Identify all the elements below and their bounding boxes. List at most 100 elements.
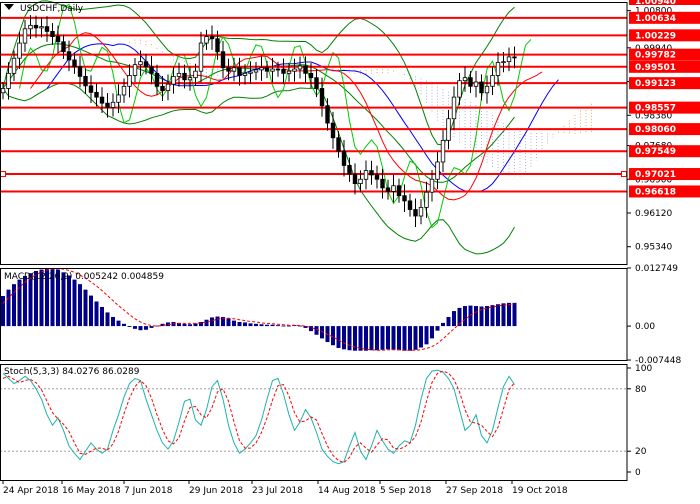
level-price-tag-label: 0.99123 bbox=[635, 79, 676, 89]
candle-body bbox=[358, 178, 363, 184]
candle-body bbox=[231, 67, 237, 72]
candle-body bbox=[363, 170, 369, 180]
macd-bar bbox=[144, 326, 148, 330]
macd-bar bbox=[72, 279, 77, 327]
macd-bar bbox=[485, 306, 489, 327]
candle-body bbox=[0, 88, 6, 94]
candle-body bbox=[330, 122, 336, 139]
macd-axis-label: 0.012749 bbox=[635, 264, 678, 274]
stoch-axis-label: 0 bbox=[635, 468, 641, 478]
candle-body bbox=[143, 61, 149, 68]
macd-bar bbox=[496, 304, 500, 327]
macd-axis-label: 0.00 bbox=[635, 322, 655, 332]
candle-body bbox=[490, 75, 495, 87]
candle-body bbox=[286, 70, 292, 74]
candle-body bbox=[198, 42, 204, 72]
candle-body bbox=[512, 56, 517, 59]
macd-bar bbox=[441, 322, 445, 327]
candle-body bbox=[468, 77, 473, 87]
macd-bar bbox=[248, 323, 253, 327]
macd-bar bbox=[507, 302, 511, 327]
candle-body bbox=[6, 72, 11, 89]
macd-bar bbox=[122, 323, 126, 327]
candle-body bbox=[55, 36, 61, 43]
macd-bar bbox=[419, 326, 423, 348]
candle-body bbox=[446, 118, 451, 141]
candle-body bbox=[352, 173, 358, 184]
candle-body bbox=[281, 69, 286, 74]
candle-body bbox=[506, 56, 512, 63]
candle-body bbox=[77, 66, 83, 77]
candle-body bbox=[314, 77, 319, 89]
macd-bar bbox=[501, 303, 506, 327]
macd-bar bbox=[424, 326, 429, 345]
macd-bar bbox=[232, 320, 236, 327]
candle-body bbox=[154, 72, 160, 87]
candle-body bbox=[94, 91, 99, 98]
candle-body bbox=[292, 68, 297, 72]
level-price-tag-label: 0.99782 bbox=[635, 51, 676, 61]
candle-body bbox=[17, 42, 22, 59]
time-axis-label: 7 Jun 2018 bbox=[124, 486, 173, 496]
macd-bar bbox=[380, 326, 385, 350]
price-panel-title: USDCHF,Daily bbox=[20, 4, 84, 14]
macd-bar bbox=[435, 326, 440, 331]
candle-body bbox=[479, 81, 484, 94]
macd-bar bbox=[67, 275, 71, 327]
candle-body bbox=[391, 185, 396, 192]
macd-bar bbox=[358, 326, 363, 351]
candle-body bbox=[380, 178, 385, 189]
candle-body bbox=[138, 61, 143, 66]
macd-bar bbox=[270, 324, 275, 327]
candle-body bbox=[22, 28, 28, 44]
macd-bar bbox=[397, 326, 401, 351]
macd-bar bbox=[336, 326, 341, 348]
candle-body bbox=[407, 200, 413, 210]
candle-body bbox=[369, 170, 374, 176]
macd-bar bbox=[215, 316, 220, 327]
macd-bar bbox=[391, 326, 396, 350]
macd-bar bbox=[386, 326, 390, 350]
macd-bar bbox=[6, 289, 11, 327]
macd-bar bbox=[23, 275, 27, 327]
candle-body bbox=[176, 72, 182, 77]
candle-body bbox=[50, 30, 55, 37]
macd-bar bbox=[287, 325, 291, 327]
macd-bar bbox=[408, 326, 412, 351]
candle-body bbox=[495, 62, 501, 76]
candle-body bbox=[429, 178, 435, 193]
time-axis-label: 27 Sep 2018 bbox=[446, 486, 503, 496]
macd-bar bbox=[276, 325, 280, 327]
time-axis-label: 14 Aug 2018 bbox=[318, 486, 376, 496]
macd-bar bbox=[369, 326, 374, 351]
stochastic-panel-title: Stoch(5,3,3) 84.0276 86.0289 bbox=[4, 367, 140, 377]
macd-bar bbox=[1, 296, 5, 327]
level-price-tag-label: 1.00634 bbox=[635, 14, 676, 24]
candle-body bbox=[187, 77, 193, 81]
candle-body bbox=[226, 67, 231, 72]
candle-body bbox=[396, 185, 402, 197]
macd-bar bbox=[138, 326, 143, 331]
macd-bar bbox=[237, 321, 242, 327]
chart-canvas: 0.953400.961200.969000.976800.983800.991… bbox=[0, 0, 700, 500]
macd-bar bbox=[105, 312, 110, 327]
candle-body bbox=[149, 66, 154, 74]
time-axis-label: 24 Apr 2018 bbox=[3, 486, 59, 496]
candle-body bbox=[116, 94, 121, 103]
candle-body bbox=[105, 102, 110, 108]
macd-bar bbox=[413, 326, 418, 350]
macd-bar bbox=[83, 289, 88, 327]
time-axis-label: 16 May 2018 bbox=[62, 486, 121, 496]
candle-body bbox=[253, 69, 259, 73]
macd-bar bbox=[78, 284, 82, 327]
candle-body bbox=[473, 81, 479, 87]
stoch-axis-label: 20 bbox=[635, 447, 647, 457]
level-marker bbox=[621, 171, 627, 178]
candle-body bbox=[418, 206, 424, 217]
candle-body bbox=[72, 59, 77, 68]
candle-body bbox=[424, 191, 429, 208]
macd-bar bbox=[474, 306, 478, 327]
candle-body bbox=[402, 195, 407, 202]
candle-body bbox=[215, 38, 220, 53]
time-axis-label: 5 Sep 2018 bbox=[380, 486, 432, 496]
